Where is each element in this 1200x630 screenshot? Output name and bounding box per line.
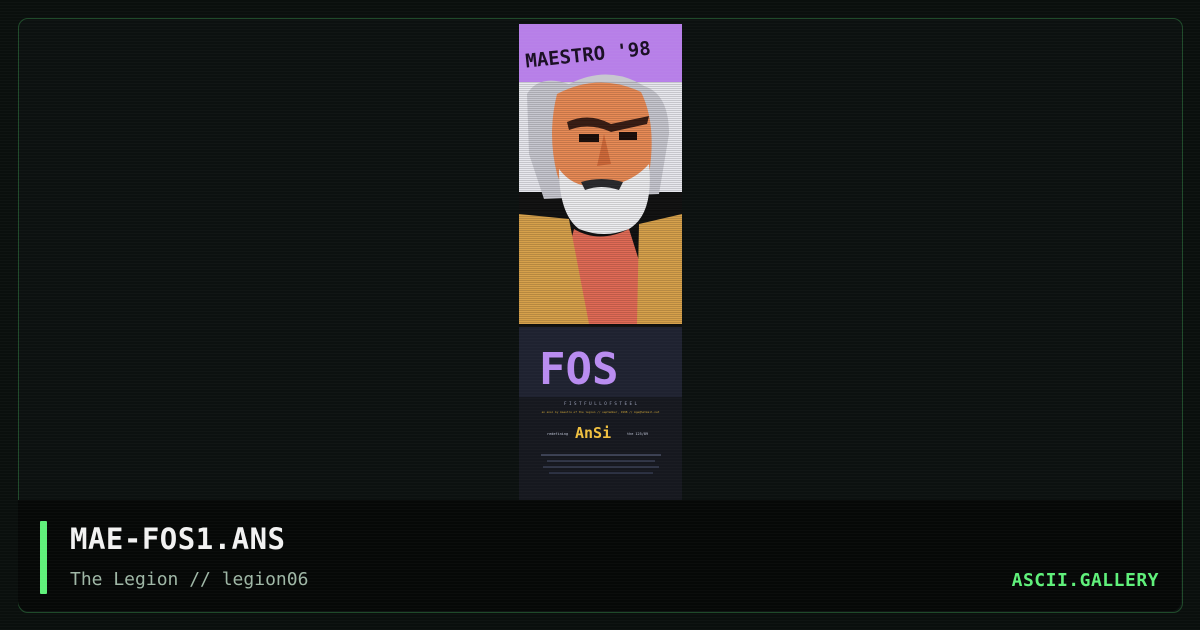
artwork-logo: FOS — [539, 344, 618, 395]
accent-bar — [40, 521, 47, 594]
artwork-credit: an ansi by maestro of the legion // sept… — [542, 410, 660, 414]
artwork-group-pack[interactable]: The Legion // legion06 — [70, 569, 308, 590]
artwork-celebrate-left: redefining — [547, 432, 568, 436]
artwork-celebrate-logo: AnSi — [575, 424, 611, 442]
artwork-celebrate-right: the 125/89 — [627, 432, 648, 436]
ansi-artwork-thumbnail[interactable]: MAESTRO '98 FOS F I S T F U L L O F S T … — [519, 24, 682, 500]
artwork-title[interactable]: MAE-FOS1.ANS — [70, 522, 286, 556]
artwork-tagline: F I S T F U L L O F S T E E L — [564, 401, 638, 406]
site-brand-link[interactable]: ASCII.GALLERY — [1012, 570, 1159, 591]
